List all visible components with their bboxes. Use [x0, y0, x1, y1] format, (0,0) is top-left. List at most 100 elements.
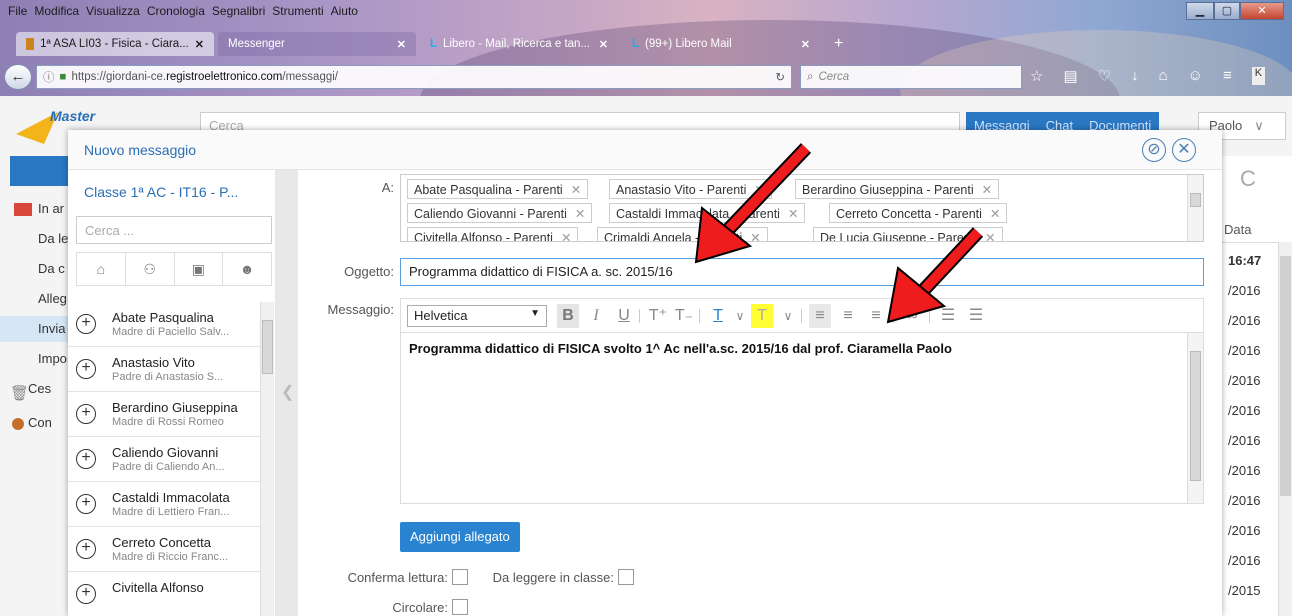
remove-icon[interactable]: ✕ [788, 207, 798, 221]
list-item[interactable]: + Caliendo Giovanni Padre di Caliendo An..… [68, 437, 260, 482]
editor-scrollbar[interactable] [1187, 333, 1203, 503]
url-bar[interactable]: ⓘ ■ https://giordani-ce.registroelettron… [36, 65, 792, 89]
panel-splitter[interactable]: ❮ [276, 170, 298, 616]
bullet-list-icon[interactable]: ☰ [965, 304, 987, 328]
underline-icon[interactable]: U [613, 304, 635, 328]
pocket-icon[interactable]: ♡ [1098, 67, 1111, 85]
remove-icon[interactable]: ✕ [571, 183, 581, 197]
bold-icon[interactable]: B [557, 304, 579, 328]
refresh-icon[interactable]: C [1240, 166, 1256, 192]
add-icon[interactable]: + [76, 449, 96, 469]
close-window-icon[interactable]: ✕ [1240, 2, 1284, 20]
smiley-icon[interactable]: ☺ [1188, 67, 1203, 85]
tab-close-icon[interactable]: ✕ [195, 38, 204, 51]
recipient-tag[interactable]: Civitella Alfonso - Parenti ✕ [407, 227, 579, 241]
remove-icon[interactable]: ✕ [750, 231, 760, 241]
nav-contacts[interactable]: Con [0, 410, 72, 436]
recipient-tag[interactable]: Crimaldi Angela - Parenti ✕ [597, 227, 768, 241]
teacher-icon[interactable]: ▣ [175, 253, 224, 285]
tab-close-icon[interactable]: ✕ [801, 38, 810, 51]
add-icon[interactable]: + [76, 314, 96, 334]
home-icon[interactable]: ⌂ [1159, 67, 1168, 85]
tab-close-icon[interactable]: ✕ [397, 38, 406, 51]
add-icon[interactable]: + [76, 539, 96, 559]
add-icon[interactable]: + [76, 404, 96, 424]
recipient-tag[interactable]: Anastasio Vito - Parenti ✕ [609, 179, 772, 199]
read-in-class-checkbox[interactable] [618, 569, 634, 585]
list-item[interactable]: + Castaldi Immacolata Madre di Lettiero Fr… [68, 482, 260, 527]
list-item[interactable]: + Anastasio Vito Padre di Anastasio S... [68, 347, 260, 392]
list-item[interactable]: + Cerreto Concetta Madre di Riccio Franc..… [68, 527, 260, 572]
circular-checkbox[interactable] [452, 599, 468, 615]
recipient-tag[interactable]: Berardino Giuseppina - Parenti ✕ [795, 179, 1000, 199]
class-title[interactable]: Classe 1ª AC - IT16 - P... [84, 184, 238, 200]
link-icon[interactable]: ∞ [901, 304, 923, 328]
recipient-tag[interactable]: Cerreto Concetta - Parenti ✕ [829, 203, 1008, 223]
nav-item-4[interactable]: Alleg [0, 286, 72, 312]
align-right-icon[interactable]: ≡ [865, 304, 887, 328]
remove-icon[interactable]: ✕ [561, 231, 571, 241]
minimize-icon[interactable]: ▁ [1186, 2, 1214, 20]
superscript-icon[interactable]: T⁺ [647, 304, 669, 328]
tab-messenger[interactable]: Messenger ✕ [218, 32, 416, 56]
tab-close-icon[interactable]: ✕ [599, 38, 608, 51]
tab-fisica[interactable]: 1ª ASA LI03 - Fisica - Ciara... ✕ [16, 32, 214, 56]
chevron-down-icon[interactable]: ∨ [777, 304, 799, 328]
download-icon[interactable]: ↓ [1131, 67, 1139, 85]
recipient-tag[interactable]: Abate Pasqualina - Parenti ✕ [407, 179, 589, 199]
font-select[interactable]: Helvetica ▼ [407, 305, 547, 327]
maximize-icon[interactable]: ▢ [1214, 2, 1240, 20]
remove-icon[interactable]: ✕ [990, 207, 1000, 221]
person-icon[interactable]: ☻ [223, 253, 271, 285]
reader-icon[interactable]: ▤ [1063, 67, 1077, 85]
confirm-read-checkbox[interactable] [452, 569, 468, 585]
nav-inbox[interactable]: In ar [0, 196, 72, 222]
extension-icon[interactable]: K [1251, 67, 1266, 85]
tab-libero-mail[interactable]: L (99+) Libero Mail ✕ [622, 32, 820, 56]
back-arrow-icon[interactable]: ← [4, 64, 32, 90]
close-icon[interactable]: ✕ [1172, 138, 1196, 162]
add-icon[interactable]: + [76, 359, 96, 379]
text-color-icon[interactable]: T [707, 304, 729, 328]
subject-input[interactable]: Programma didattico di FISICA a. sc. 201… [400, 258, 1204, 286]
recipient-tag[interactable]: De Lucia Giuseppe - Parenti ✕ [813, 227, 1003, 241]
recipients-field[interactable]: Abate Pasqualina - Parenti ✕ Anastasio Vi… [400, 174, 1204, 242]
add-attachment-button[interactable]: Aggiungi allegato [400, 522, 520, 552]
menu-visualizza[interactable]: Visualizza [86, 4, 140, 18]
school-icon[interactable]: ⌂ [77, 253, 126, 285]
menu-strumenti[interactable]: Strumenti [272, 4, 323, 18]
remove-icon[interactable]: ✕ [754, 183, 764, 197]
add-icon[interactable]: + [76, 494, 96, 514]
contacts-search-input[interactable]: Cerca ... [76, 216, 272, 244]
menu-cronologia[interactable]: Cronologia [147, 4, 205, 18]
nav-item-sent[interactable]: Invia [0, 316, 72, 342]
nav-item-6[interactable]: Impo [0, 346, 72, 372]
recipient-tag[interactable]: Castaldi Immacolata - Parenti ✕ [609, 203, 806, 223]
align-center-icon[interactable]: ≡ [837, 304, 859, 328]
remove-icon[interactable]: ✕ [575, 207, 585, 221]
no-send-icon[interactable]: ⊘ [1142, 138, 1166, 162]
list-item[interactable]: + Abate Pasqualina Madre di Paciello Salv.… [68, 302, 260, 347]
star-icon[interactable]: ☆ [1030, 67, 1043, 85]
menu-file[interactable]: File [8, 4, 27, 18]
collapse-icon[interactable]: ❮ [281, 382, 294, 402]
menu-segnalibri[interactable]: Segnalibri [212, 4, 265, 18]
contacts-scrollbar[interactable] [260, 302, 274, 616]
nav-item-3[interactable]: Da c [0, 256, 72, 282]
tab-libero[interactable]: L Libero - Mail, Ricerca e tan... ✕ [420, 32, 618, 56]
list-item[interactable]: + Berardino Giuseppina Madre di Rossi Rome… [68, 392, 260, 437]
chevron-down-icon[interactable]: ∨ [729, 304, 751, 328]
reload-icon[interactable]: ↻ [775, 70, 785, 84]
add-icon[interactable]: + [76, 584, 96, 604]
nav-trash[interactable]: 🗑 Ces [0, 376, 72, 402]
list-scrollbar[interactable] [1278, 242, 1292, 616]
nav-item-2[interactable]: Da le [0, 226, 72, 252]
message-body-editor[interactable]: Programma didattico di FISICA svolto 1^ … [400, 332, 1204, 504]
subscript-icon[interactable]: T₋ [673, 304, 695, 328]
recipients-scrollbar[interactable] [1187, 175, 1203, 241]
ordered-list-icon[interactable]: ☰ [937, 304, 959, 328]
compose-button[interactable] [10, 156, 72, 186]
new-tab-icon[interactable]: + [824, 32, 848, 56]
info-icon[interactable]: ⓘ [43, 69, 55, 85]
align-left-icon[interactable]: ≡ [809, 304, 831, 328]
